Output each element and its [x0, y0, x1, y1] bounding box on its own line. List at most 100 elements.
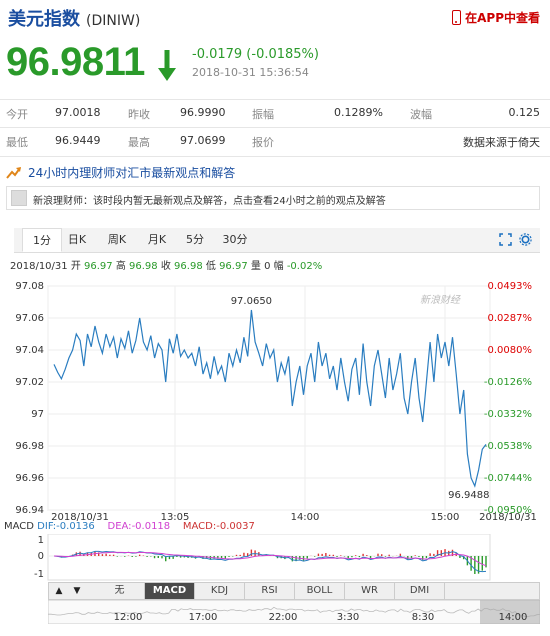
overview-time-label: 12:00	[114, 612, 143, 623]
dif-label: DIF:	[37, 521, 57, 532]
current-price: 96.9811	[6, 40, 145, 84]
stat-value-low: 96.9449	[55, 134, 101, 147]
expand-icon[interactable]	[499, 233, 512, 246]
ohlc-info-line: 2018/10/31 开 96.97 高 96.98 收 96.98 低 96.…	[10, 257, 322, 272]
info-high-label: 高	[115, 261, 126, 272]
indicator-rsi[interactable]: RSI	[245, 583, 295, 599]
app-link-label: 在APP中查看	[465, 11, 540, 25]
index-code: (DINIW)	[86, 13, 141, 29]
chart-watermark: 新浪财经	[420, 294, 461, 306]
period-tabs: 1分 日K 周K 月K 5分 30分	[14, 228, 540, 253]
advisor-news-box[interactable]: 新浪理财师：该时段内暂无最新观点及解答，点击查看24小时之前的观点及解答	[6, 186, 540, 210]
open-in-app-link[interactable]: 在APP中查看	[452, 9, 540, 26]
max-price-label: 97.0650	[231, 296, 272, 307]
percent-tick-label: -0.0744%	[484, 473, 532, 484]
stat-label-quote: 报价	[252, 136, 274, 149]
indicator-kdj[interactable]: KDJ	[195, 583, 245, 599]
data-source: 数据来源于倚天	[463, 136, 540, 149]
advisor-news-message: 新浪理财师：该时段内暂无最新观点及解答，点击查看24小时之前的观点及解答	[33, 196, 386, 207]
stat-label-prev-close: 昨收	[128, 108, 150, 121]
stats-row-1: 今开 97.0018 昨收 96.9990 振幅 0.1289% 波幅 0.12…	[0, 99, 550, 128]
scroll-right-arrow-icon[interactable]: ▼	[69, 583, 85, 599]
price-line	[53, 309, 487, 488]
x-axis-label: 14:00	[291, 512, 320, 521]
time-range-navigator[interactable]: 12:00 17:00 22:00 3:30 8:30 14:00	[48, 600, 540, 624]
trend-icon	[6, 166, 21, 179]
indicator-boll[interactable]: BOLL	[295, 583, 345, 599]
page-title: 美元指数 (DINIW)	[8, 5, 140, 31]
tab-monthly-k[interactable]: 月K	[144, 228, 170, 252]
macd-legend: MACD DIF:-0.0136 DEA:-0.0118 MACD:-0.003…	[4, 521, 255, 532]
info-open-label: 开	[70, 261, 81, 272]
settings-icon[interactable]	[519, 233, 532, 246]
dea-value: -0.0118	[131, 521, 171, 532]
indicator-bar: ▲ ▼ 无 MACD KDJ RSI BOLL WR DMI	[48, 582, 540, 600]
indicator-macd[interactable]: MACD	[145, 583, 195, 599]
percent-tick-label: -0.0126%	[484, 377, 532, 388]
stat-label-amplitude: 振幅	[252, 108, 274, 121]
stat-label-high: 最高	[128, 136, 150, 149]
info-amp-label: 幅	[273, 261, 284, 272]
macd-label: MACD:	[182, 521, 217, 532]
y-tick-label: 97.06	[15, 313, 44, 324]
tab-30min[interactable]: 30分	[220, 228, 250, 252]
avatar	[11, 190, 27, 206]
indicator-wr[interactable]: WR	[345, 583, 395, 599]
macd-tick-label: 0	[38, 551, 44, 562]
info-date: 2018/10/31	[10, 261, 68, 272]
phone-icon	[452, 10, 462, 25]
quote-timestamp: 2018-10-31 15:36:54	[192, 66, 309, 79]
info-close-label: 收	[160, 261, 171, 272]
overview-time-label: 3:30	[337, 612, 359, 623]
advisor-news-heading[interactable]: 24小时内理财师对汇市最新观点和解答	[6, 164, 235, 181]
y-tick-label: 97	[31, 409, 44, 420]
tab-1min[interactable]: 1分	[22, 228, 62, 252]
tab-daily-k[interactable]: 日K	[64, 228, 90, 252]
macd-tick-label: 1	[38, 535, 44, 546]
y-tick-label: 96.98	[15, 441, 44, 452]
overview-time-label: 8:30	[412, 612, 434, 623]
info-amp: -0.02%	[286, 261, 323, 272]
overview-time-label: 14:00	[499, 612, 528, 623]
info-vol-label: 量	[250, 261, 261, 272]
percent-tick-label: 0.0080%	[488, 345, 533, 356]
macd-title: MACD	[4, 521, 34, 532]
info-low: 96.97	[219, 261, 248, 272]
stat-label-open: 今开	[6, 108, 28, 121]
stat-value-range: 0.125	[508, 106, 541, 119]
macd-tick-label: -1	[34, 569, 44, 580]
info-high: 96.98	[129, 261, 158, 272]
x-axis-label: 2018/10/31	[51, 512, 109, 521]
scroll-left-arrow-icon[interactable]: ▲	[51, 583, 67, 599]
overview-time-label: 22:00	[269, 612, 298, 623]
indicator-none[interactable]: 无	[95, 583, 145, 599]
macd-chart: 1 0 -1	[34, 534, 491, 581]
percent-tick-label: -0.0332%	[484, 409, 532, 420]
stat-label-range: 波幅	[410, 108, 432, 121]
dea-label: DEA:	[107, 521, 132, 532]
stat-label-low: 最低	[6, 136, 28, 149]
overview-time-label: 17:00	[189, 612, 218, 623]
info-close: 96.98	[174, 261, 203, 272]
y-tick-label: 97.08	[15, 281, 44, 292]
dif-line	[53, 550, 487, 573]
stat-value-high: 97.0699	[180, 134, 226, 147]
stats-row-2: 最低 96.9449 最高 97.0699 报价 数据来源于倚天	[0, 127, 550, 157]
dif-value: -0.0136	[56, 521, 95, 532]
info-open: 96.97	[84, 261, 113, 272]
y-tick-label: 97.02	[15, 377, 44, 388]
stat-value-amplitude: 0.1289%	[334, 106, 383, 119]
y-tick-label: 97.04	[15, 345, 44, 356]
stat-value-prev-close: 96.9990	[180, 106, 226, 119]
dea-line	[53, 551, 487, 567]
x-axis-label: 13:05	[161, 512, 190, 521]
x-axis-label: 15:00	[431, 512, 460, 521]
stat-value-open: 97.0018	[55, 106, 101, 119]
min-price-label: 96.9488	[448, 490, 489, 501]
price-change: -0.0179 (-0.0185%)	[192, 47, 319, 62]
tab-weekly-k[interactable]: 周K	[104, 228, 130, 252]
indicator-dmi[interactable]: DMI	[395, 583, 445, 599]
intraday-line-chart[interactable]: 新浪财经 97.08 97.06 97.04 97.02 97 96.98 96.96 96.…	[0, 276, 550, 521]
y-tick-label: 96.96	[15, 473, 44, 484]
tab-5min[interactable]: 5分	[182, 228, 208, 252]
